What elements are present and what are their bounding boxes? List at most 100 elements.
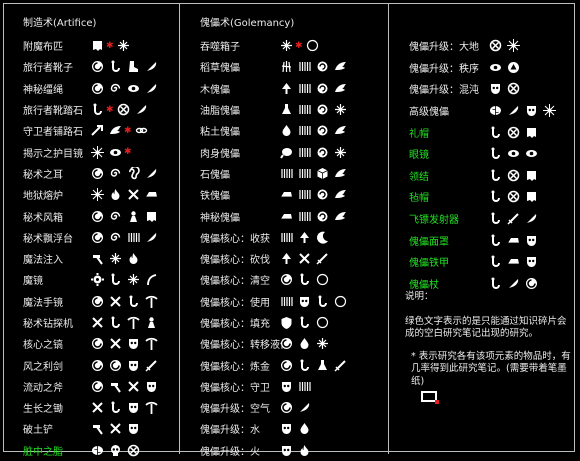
research-label: 秘术飘浮台 (23, 233, 73, 245)
chain-icon (135, 124, 148, 137)
spiral-icon (109, 167, 122, 180)
cycle-icon (316, 146, 329, 159)
hook-icon (109, 316, 122, 329)
swirl-icon (91, 60, 104, 73)
research-label: 魔镜 (23, 276, 43, 288)
list-item: 领结 (389, 165, 575, 187)
list-item: 傀儡核心：砍伐 (180, 248, 387, 269)
aspect-icons (489, 212, 538, 225)
list-item: 傀儡铁甲 (389, 251, 575, 273)
aspect-icons (280, 295, 347, 308)
hook-icon (489, 234, 502, 247)
bars-icon (298, 146, 311, 159)
starburst-icon (91, 188, 104, 202)
swirl-icon (91, 231, 104, 244)
aspect-icons (91, 359, 158, 372)
eye-icon (525, 147, 538, 160)
bars-icon (298, 380, 311, 393)
mask-icon (127, 401, 140, 414)
cycle-icon (316, 82, 329, 95)
research-label: 守卫者铺路石 (23, 127, 83, 139)
research-label: 毡帽 (409, 193, 429, 205)
cloth-icon (525, 169, 538, 182)
ring-icon (316, 316, 329, 329)
list-item: 生长之锄 (3, 397, 178, 418)
cloth-icon (91, 39, 104, 52)
boot-icon (127, 60, 140, 73)
hook-icon (489, 212, 502, 225)
tools-icon (109, 422, 122, 435)
list-item: 秘术钻探机 (3, 312, 178, 333)
tools-icon (127, 188, 140, 201)
research-label: 附魔布匹 (23, 42, 63, 54)
shield-icon (280, 316, 293, 329)
sparkle-icon (127, 273, 140, 286)
list-item: 脏中之脂 (3, 440, 178, 461)
list-item: 附魔布匹 ✱ (3, 35, 178, 56)
tools-icon (91, 401, 104, 414)
research-label: 破土铲 (23, 425, 53, 437)
ingot-icon (280, 188, 293, 201)
tools-icon (109, 337, 122, 350)
aspect-icons (489, 234, 538, 247)
cycle-icon (316, 103, 329, 116)
swirl-icon (280, 273, 293, 286)
aspect-icons (91, 231, 158, 244)
list-item: 神秘缰绳 (3, 78, 178, 99)
golemancy-header: 傀儡术(Golemancy) (200, 18, 295, 29)
list-item: 粘土傀儡 (180, 120, 387, 141)
aspect-icons (280, 82, 347, 95)
aspect-icons (91, 210, 158, 223)
aspect-icons (280, 146, 347, 159)
list-item: 稻草傀儡 (180, 56, 387, 77)
research-label: 傀儡升级：水 (200, 425, 260, 437)
wing-icon (334, 167, 347, 180)
list-item: 傀儡升级：大地 (389, 35, 575, 57)
research-label: 傀儡核心：使用 (200, 297, 270, 309)
swirl-icon (91, 337, 104, 350)
research-label: 傀儡杖 (409, 279, 439, 291)
swirl-icon (91, 295, 104, 308)
swirl-icon (280, 401, 293, 414)
ingot-icon (145, 188, 158, 201)
list-item: 木傀儡 (180, 78, 387, 99)
mask-icon (525, 234, 538, 247)
bars-icon (127, 231, 140, 244)
eye-icon (127, 82, 140, 95)
eye-icon (109, 146, 122, 159)
aspect-icons (280, 188, 347, 201)
fire-icon (127, 252, 140, 265)
feather-icon (507, 277, 520, 290)
list-item: 秘术飘浮台 (3, 227, 178, 248)
research-label: 飞镖发射器 (409, 215, 459, 227)
aspect-icons (280, 167, 347, 180)
list-item: 肉身傀儡 (180, 141, 387, 162)
pawn-icon (145, 316, 158, 329)
list-item: 石傀儡 (180, 163, 387, 184)
research-label: 旅行者靴踏石 (23, 106, 83, 118)
list-item: 傀儡面罩 (389, 229, 575, 251)
spiral-icon (109, 210, 122, 223)
sparkle-icon (280, 39, 293, 52)
ingot-icon (280, 210, 293, 223)
hook-icon (316, 295, 329, 308)
aspect-icons: ✱ (91, 39, 130, 52)
feather-icon (145, 82, 158, 95)
golemancy-column: 傀儡术(Golemancy) 吞噬箱子 ✱ 稻草傀儡 木傀儡 油脂傀儡 粘土傀儡 肉身傀儡石… (179, 3, 387, 458)
fire-icon (298, 444, 311, 457)
research-label: 眼镜 (409, 150, 429, 162)
ring-icon (334, 295, 347, 308)
swirl-icon (91, 359, 104, 372)
starburst-icon (507, 39, 520, 53)
golemancy-continued-rows: 傀儡升级：大地 傀儡升级：秩序 傀儡升级：混沌 高级傀儡 礼帽 眼镜 领结 毡帽 飞镖发射器 傀儡… (389, 35, 575, 294)
aspect-icons (489, 190, 538, 203)
swirl-icon (109, 359, 122, 372)
pick-icon (145, 337, 158, 351)
swirl-icon (91, 167, 104, 180)
bars-icon (298, 60, 311, 73)
list-item: 眼镜 (389, 143, 575, 165)
arrow-icon (91, 124, 104, 137)
aspect-icons (91, 273, 158, 287)
star-icon: ✱ (106, 104, 114, 115)
list-item: 傀儡核心：守卫 (180, 376, 387, 397)
